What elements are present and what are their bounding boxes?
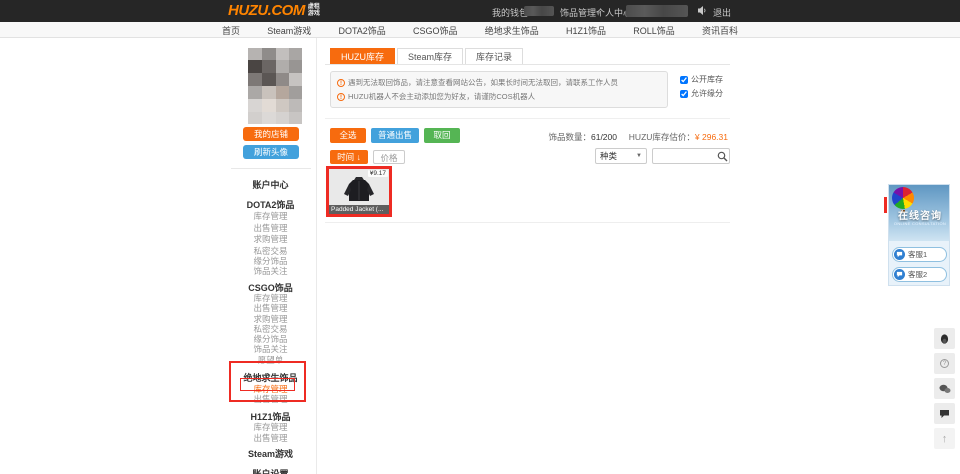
back-to-top-icon[interactable]: ↑ — [934, 428, 955, 449]
sidebar-item-h1z1-sell[interactable]: 出售管理 — [225, 432, 316, 444]
main-nav: 首页 Steam游戏 DOTA2饰品 CSGO饰品 绝地求生饰品 H1Z1饰品 … — [0, 22, 960, 38]
site-logo[interactable]: HUZU.COM 虚租 游戏 — [228, 2, 320, 19]
warning-icon: ! — [337, 93, 345, 101]
tab-huzu-inventory[interactable]: HUZU库存 — [330, 48, 395, 64]
inventory-tabs: HUZU库存 Steam库存 库存记录 — [330, 48, 525, 64]
sidebar-item-pubg-sell[interactable]: 出售管理 — [225, 393, 316, 405]
consult-title: 在线咨询 — [898, 211, 942, 222]
section-divider — [325, 118, 730, 119]
valuation-amount: ¥ 296.31 — [694, 132, 728, 142]
refresh-avatar-button[interactable]: 刷新头像 — [243, 145, 299, 159]
tab-divider — [325, 64, 730, 65]
nav-item-csgo[interactable]: CSGO饰品 — [413, 24, 458, 37]
sidebar-item-dota2-follow[interactable]: 饰品关注 — [225, 265, 316, 277]
retrieve-button[interactable]: 取回 — [424, 128, 460, 143]
logo-text: HUZU.COM — [228, 2, 305, 19]
top-bar: HUZU.COM 虚租 游戏 我的钱包 饰品管理▾ 个人中心 退出 — [0, 0, 960, 22]
wechat-icon[interactable] — [934, 378, 955, 399]
inventory-stats: 饰品数量：61/200 HUZU库存估价：¥ 296.31 — [548, 131, 728, 143]
nav-item-h1z1[interactable]: H1Z1饰品 — [566, 24, 606, 37]
valuation-label: HUZU库存估价： — [628, 132, 695, 142]
tab-inventory-history[interactable]: 库存记录 — [465, 48, 524, 64]
checkbox-public-inventory[interactable]: 公开库存 — [680, 74, 723, 85]
wallet-link[interactable]: 我的钱包 — [492, 6, 528, 19]
agent-1-button[interactable]: 客服1 — [892, 247, 947, 262]
nav-item-news[interactable]: 资讯百科 — [702, 24, 738, 37]
sidebar-heading-account[interactable]: 账户中心 — [225, 178, 316, 191]
notice-line: ! HUZU机器人不会主动添加您为好友，请谨防COS机器人 — [337, 90, 661, 104]
nav-item-steam[interactable]: Steam游戏 — [267, 24, 311, 37]
list-bottom-divider — [325, 222, 730, 223]
item-price-badge: ¥9.17 — [367, 170, 388, 177]
username-redacted — [626, 5, 688, 17]
search-input[interactable] — [653, 151, 715, 161]
search-box — [652, 148, 730, 164]
sidebar-item-dota2-buy[interactable]: 求购管理 — [225, 233, 316, 245]
balloon-icon — [892, 187, 914, 209]
sort-time-button[interactable]: 时间 ↓ — [330, 150, 368, 164]
item-name-label: Padded Jacket (... — [329, 205, 389, 214]
notice-box: ! 遇到无法取回饰品，请注意查看网站公告，如果长时间无法取回，请联系工作人员 !… — [330, 71, 668, 108]
page: HUZU.COM 虚租 游戏 我的钱包 饰品管理▾ 个人中心 退出 首页 Ste… — [0, 0, 960, 474]
qq-icon[interactable] — [934, 328, 955, 349]
item-count-label: 饰品数量： — [548, 132, 591, 142]
sort-price-button[interactable]: 价格 — [373, 150, 405, 164]
arrow-down-icon: ↓ — [356, 152, 361, 162]
search-icon[interactable] — [715, 149, 729, 163]
item-count-value: 61/200 — [590, 132, 617, 142]
nav-item-dota2[interactable]: DOTA2饰品 — [338, 24, 385, 37]
sidebar-heading-settings[interactable]: 账户设置 — [225, 467, 316, 474]
logo-subtext: 虚租 游戏 — [307, 3, 320, 17]
main-panel: HUZU库存 Steam库存 库存记录 ! 遇到无法取回饰品，请注意查看网站公告… — [325, 38, 730, 474]
speaker-icon[interactable] — [697, 5, 707, 18]
avatar — [248, 48, 302, 124]
help-icon[interactable]: ? — [934, 353, 955, 374]
warning-icon: ! — [337, 79, 345, 87]
online-consult-widget: 在线咨询 ONLINE CONSULTATION 客服1 客服2 — [888, 184, 950, 286]
annotation-box-item: ¥9.17 Padded Jacket (... — [326, 166, 392, 217]
notice-line: ! 遇到无法取回饰品，请注意查看网站公告，如果长时间无法取回，请联系工作人员 — [337, 76, 661, 90]
consult-subtitle: ONLINE CONSULTATION — [893, 221, 947, 226]
annotation-red-tick — [884, 197, 887, 213]
nav-item-roll[interactable]: ROLL饰品 — [633, 24, 675, 37]
sidebar-item-dota2-inventory[interactable]: 库存管理 — [225, 210, 316, 222]
normal-sell-button[interactable]: 普通出售 — [371, 128, 419, 143]
inventory-item-card[interactable]: ¥9.17 Padded Jacket (... — [329, 169, 389, 214]
consult-banner: 在线咨询 ONLINE CONSULTATION — [889, 185, 949, 241]
sidebar-item-csgo-wishlist[interactable]: 愿望单 — [225, 354, 316, 366]
nav-item-pubg[interactable]: 绝地求生饰品 — [485, 24, 539, 37]
chat-icon — [894, 269, 905, 280]
wallet-balance-redacted — [524, 6, 554, 16]
logout-button[interactable]: 退出 — [713, 6, 731, 19]
sidebar: 我的店铺 刷新头像 账户中心 DOTA2饰品 库存管理 出售管理 求购管理 私密… — [225, 38, 317, 474]
category-select[interactable]: 种类 ▼ — [595, 148, 647, 164]
chat-icon — [894, 249, 905, 260]
tab-steam-inventory[interactable]: Steam库存 — [397, 48, 464, 64]
chevron-down-icon: ▼ — [636, 153, 642, 159]
select-all-button[interactable]: 全选 — [330, 128, 366, 143]
sidebar-heading-steam[interactable]: Steam游戏 — [225, 447, 316, 460]
feedback-icon[interactable] — [934, 403, 955, 424]
sidebar-divider — [231, 168, 311, 169]
item-manage-menu[interactable]: 饰品管理▾ — [560, 6, 601, 19]
nav-item-home[interactable]: 首页 — [222, 24, 240, 37]
my-shop-button[interactable]: 我的店铺 — [243, 127, 299, 141]
public-inventory-checkbox[interactable] — [680, 75, 688, 84]
agent-2-button[interactable]: 客服2 — [892, 267, 947, 282]
allow-fate-checkbox[interactable] — [680, 89, 688, 98]
checkbox-allow-fate[interactable]: 允许缘分 — [680, 88, 723, 99]
